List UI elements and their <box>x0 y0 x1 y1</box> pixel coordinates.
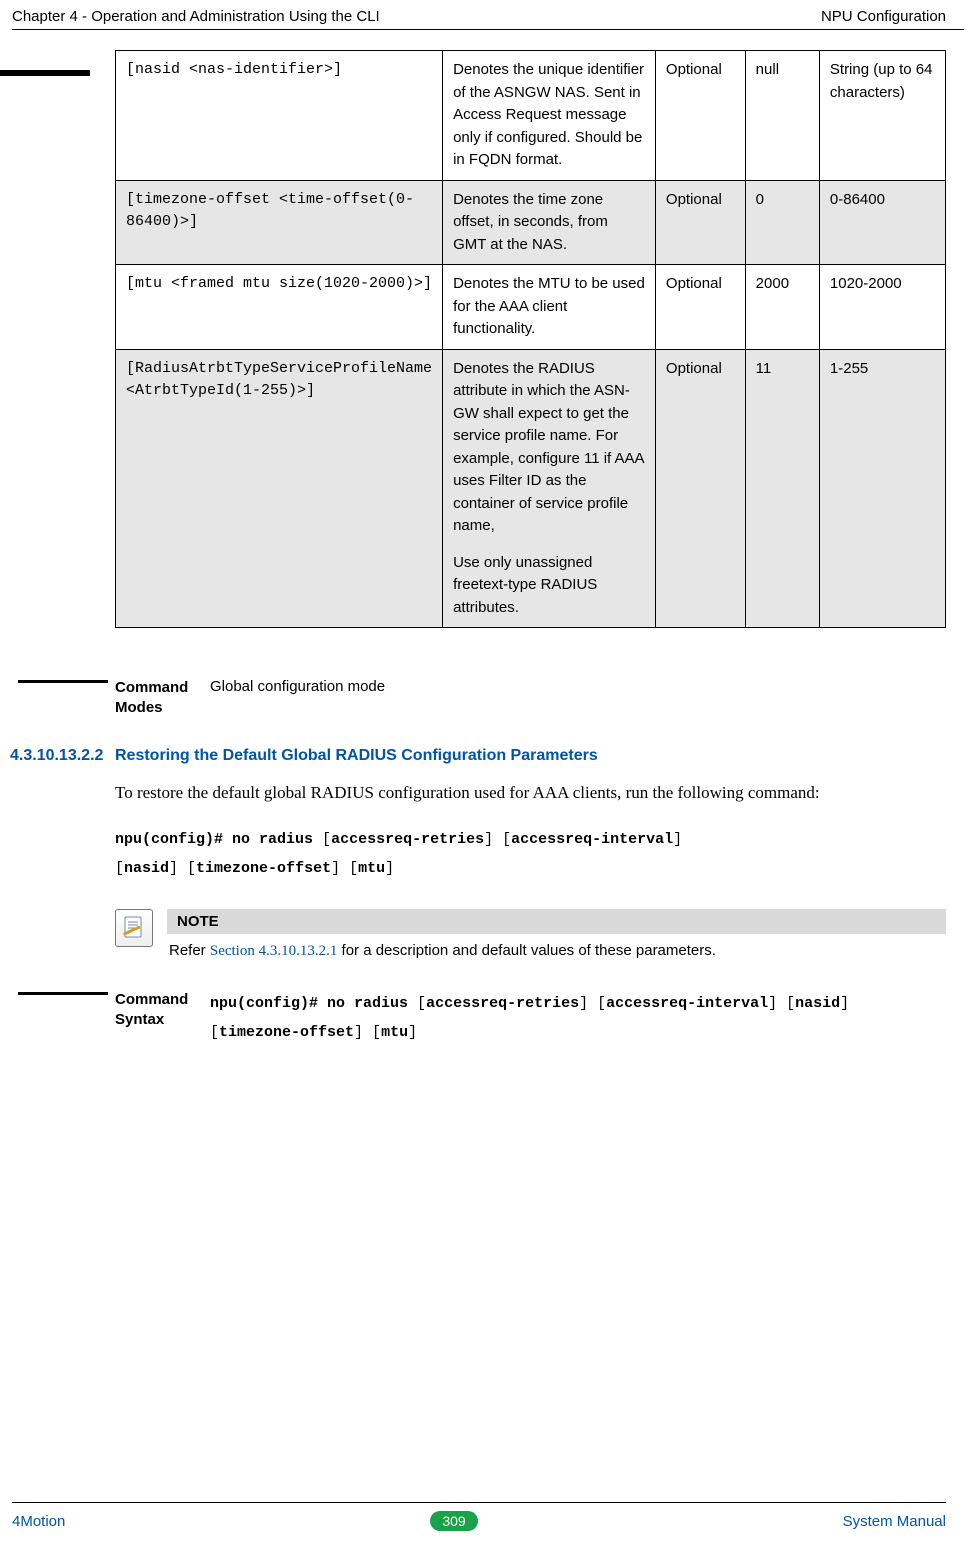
cmd-param: mtu <box>358 860 385 877</box>
section-heading: 4.3.10.13.2.2 Restoring the Default Glob… <box>10 747 946 765</box>
table-side-marker <box>0 70 90 76</box>
cmd-param: accessreq-interval <box>606 995 768 1012</box>
command-syntax-label: Command Syntax <box>115 990 210 1029</box>
section-title: Restoring the Default Global RADIUS Conf… <box>115 747 598 765</box>
range-cell: String (up to 64 characters) <box>819 51 945 181</box>
desc-cell: Denotes the RADIUS attribute in which th… <box>443 349 656 628</box>
desc-cell: Denotes the time zone offset, in seconds… <box>443 180 656 265</box>
cmd-param: mtu <box>381 1024 408 1041</box>
param-cell: [nasid <nas-identifier>] <box>116 51 443 181</box>
section-number: 4.3.10.13.2.2 <box>10 747 115 765</box>
range-cell: 1-255 <box>819 349 945 628</box>
cmd-param: timezone-offset <box>196 860 331 877</box>
desc-p2: Use only unassigned freetext-type RADIUS… <box>453 552 645 620</box>
default-cell: 11 <box>745 349 819 628</box>
page-footer: 4Motion 309 System Manual <box>0 1502 976 1531</box>
parameter-table: [nasid <nas-identifier>] Denotes the uni… <box>115 50 946 628</box>
presence-cell: Optional <box>655 180 745 265</box>
table-row: [nasid <nas-identifier>] Denotes the uni… <box>116 51 946 181</box>
table-row: [mtu <framed mtu size(1020-2000)>] Denot… <box>116 265 946 350</box>
param-cell: [timezone-offset <time-offset(0-86400)>] <box>116 180 443 265</box>
param-cell: [mtu <framed mtu size(1020-2000)>] <box>116 265 443 350</box>
command-modes-rule <box>18 680 108 683</box>
cmd-param: timezone-offset <box>219 1024 354 1041</box>
command-modes-block: Command Modes Global configuration mode <box>115 678 946 717</box>
desc-cell: Denotes the MTU to be used for the AAA c… <box>443 265 656 350</box>
presence-cell: Optional <box>655 51 745 181</box>
note-label: NOTE <box>167 909 946 934</box>
range-cell: 0-86400 <box>819 180 945 265</box>
footer-left: 4Motion <box>12 1513 65 1530</box>
desc-cell: Denotes the unique identifier of the ASN… <box>443 51 656 181</box>
table-row: [timezone-offset <time-offset(0-86400)>]… <box>116 180 946 265</box>
section-body: To restore the default global RADIUS con… <box>115 779 946 806</box>
note-block: NOTE Refer Section 4.3.10.13.2.1 for a d… <box>115 909 946 960</box>
header-left: Chapter 4 - Operation and Administration… <box>12 8 380 25</box>
cmd-prefix: npu(config)# no radius <box>210 995 417 1012</box>
note-before: Refer <box>169 942 210 959</box>
command-modes-value: Global configuration mode <box>210 678 385 695</box>
cmd-prefix: npu(config)# no radius <box>115 831 322 848</box>
cmd-param: nasid <box>795 995 840 1012</box>
note-after: for a description and default values of … <box>337 942 716 959</box>
cmd-param: accessreq-interval <box>511 831 673 848</box>
default-cell: null <box>745 51 819 181</box>
cmd-param: nasid <box>124 860 169 877</box>
default-cell: 0 <box>745 180 819 265</box>
command-syntax-block: Command Syntax npu(config)# no radius [a… <box>115 990 946 1047</box>
footer-right: System Manual <box>843 1513 946 1530</box>
param-cell: [RadiusAtrbtTypeServiceProfileName <Atrb… <box>116 349 443 628</box>
table-row: [RadiusAtrbtTypeServiceProfileName <Atrb… <box>116 349 946 628</box>
command-syntax-rule <box>18 992 108 995</box>
desc-p1: Denotes the RADIUS attribute in which th… <box>453 358 645 538</box>
presence-cell: Optional <box>655 349 745 628</box>
page-number-badge: 309 <box>430 1511 477 1531</box>
command-syntax-code: npu(config)# no radius [accessreq-retrie… <box>210 990 946 1047</box>
cmd-param: accessreq-retries <box>331 831 484 848</box>
presence-cell: Optional <box>655 265 745 350</box>
default-cell: 2000 <box>745 265 819 350</box>
note-link[interactable]: Section 4.3.10.13.2.1 <box>210 943 338 959</box>
note-text: Refer Section 4.3.10.13.2.1 for a descri… <box>167 942 946 960</box>
footer-rule <box>12 1502 946 1503</box>
note-icon <box>115 909 153 947</box>
header-right: NPU Configuration <box>821 8 946 25</box>
command-modes-label: Command Modes <box>115 678 210 717</box>
range-cell: 1020-2000 <box>819 265 945 350</box>
cmd-param: accessreq-retries <box>426 995 579 1012</box>
command-example: npu(config)# no radius [accessreq-retrie… <box>115 826 946 883</box>
